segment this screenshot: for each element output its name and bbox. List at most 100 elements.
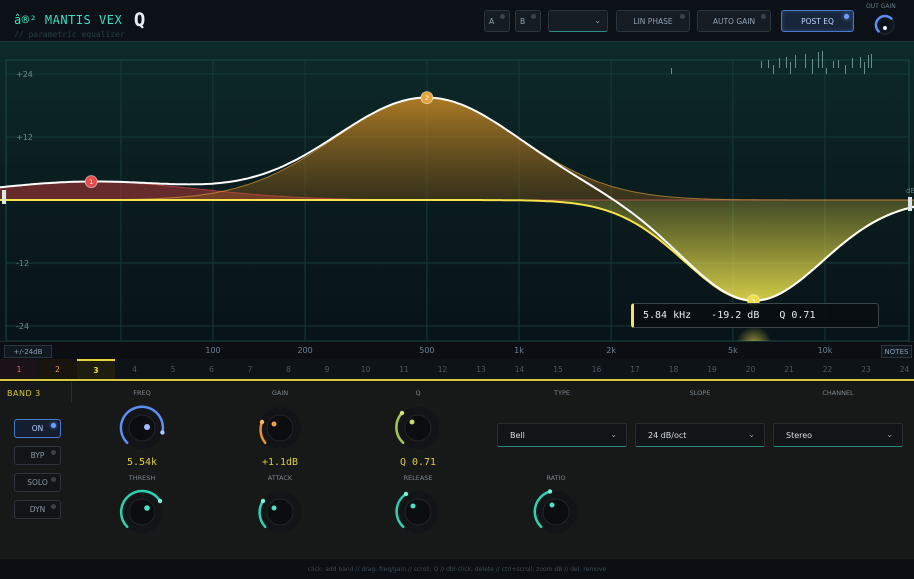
band-tab-4[interactable]: 4 (116, 359, 154, 379)
band-solo-button[interactable]: SOLO (14, 473, 61, 492)
freq-knob[interactable] (116, 402, 168, 454)
band-tab-23[interactable]: 23 (847, 359, 885, 379)
spectrum-bar (826, 68, 827, 74)
band-handle-number: 1 (89, 178, 93, 186)
frequency-label: 5k (728, 346, 738, 355)
band-tab-1[interactable]: 1 (0, 359, 38, 379)
db-label: -24 (16, 322, 29, 331)
preset-a-label: A (489, 16, 495, 26)
release-label: RELEASE (403, 474, 433, 482)
left-edge-handle[interactable] (2, 190, 6, 204)
subtitle: // parametric equalizer (14, 30, 125, 39)
band-tab-11[interactable]: 11 (385, 359, 423, 379)
band-2-handle[interactable]: 2 (420, 91, 434, 105)
band-tab-16[interactable]: 16 (578, 359, 616, 379)
band-tab-13[interactable]: 13 (462, 359, 500, 379)
band-tab-22[interactable]: 22 (809, 359, 847, 379)
ratio-knob[interactable] (530, 486, 582, 538)
band-tab-8[interactable]: 8 (270, 359, 308, 379)
spectrum-bar (833, 61, 834, 68)
band-tab-18[interactable]: 18 (655, 359, 693, 379)
band-tab-21[interactable]: 21 (770, 359, 808, 379)
band-tab-17[interactable]: 17 (616, 359, 654, 379)
thresh-knob[interactable] (116, 486, 168, 538)
band-1-handle[interactable]: 1 (84, 175, 98, 189)
thresh-label: THRESH (128, 474, 156, 482)
spectrum-bar (790, 62, 791, 74)
band-tab-14[interactable]: 14 (501, 359, 539, 379)
chevron-down-icon: ⌄ (886, 430, 893, 439)
chevron-down-icon: ⌄ (748, 430, 755, 439)
lin-phase-label: LIN PHASE (633, 16, 673, 26)
channel-dropdown[interactable]: Stereo ⌄ (773, 423, 903, 447)
eq-graph[interactable]: +24 +12 -12 -24 123 dB 5.84 kHz -19.2 dB Q … (0, 42, 914, 341)
attack-knob[interactable] (254, 486, 306, 538)
spectrum-bar (768, 60, 769, 68)
q-label: Q (415, 389, 421, 397)
frequency-label: 2k (606, 346, 616, 355)
band-on-button[interactable]: ON (14, 419, 61, 438)
band-tab-12[interactable]: 12 (424, 359, 462, 379)
slope-dropdown[interactable]: 24 dB/oct ⌄ (635, 423, 765, 447)
out-gain-knob[interactable] (874, 14, 896, 36)
band-tab-7[interactable]: 7 (231, 359, 269, 379)
preset-b-button[interactable]: B (515, 10, 541, 32)
type-dropdown[interactable]: Bell ⌄ (497, 423, 627, 447)
freq-value: 5.54k (126, 457, 158, 468)
band-tab-2[interactable]: 2 (38, 359, 77, 379)
frequency-label: 1k (514, 346, 524, 355)
eq-graph-canvas[interactable]: +24+12-12-24 123 dB (0, 42, 914, 341)
band-tab-10[interactable]: 10 (347, 359, 385, 379)
spectrum-bar (795, 55, 796, 68)
band-tab-6[interactable]: 6 (193, 359, 231, 379)
chevron-down-icon: ⌄ (610, 430, 617, 439)
slope-dropdown-value: 24 dB/oct (648, 430, 687, 440)
preset-a-led (500, 14, 505, 19)
db-label: -12 (16, 259, 29, 268)
slope-label: SLOPE (689, 389, 711, 397)
spectrum-bar (805, 54, 806, 68)
band-tab-15[interactable]: 15 (539, 359, 577, 379)
band-bypass-button[interactable]: BYP (14, 446, 61, 465)
band-dyn-button[interactable]: DYN (14, 500, 61, 519)
frequency-label: 100 (205, 346, 221, 355)
band-tab-20[interactable]: 20 (732, 359, 770, 379)
lin-phase-button[interactable]: LIN PHASE (616, 10, 690, 32)
preset-select[interactable]: ⌄ (548, 10, 608, 32)
spectrum-bar (812, 59, 813, 74)
auto-gain-button[interactable]: AUTO GAIN (697, 10, 771, 32)
right-edge-label: dB (906, 187, 914, 195)
gain-knob[interactable] (254, 402, 306, 454)
q-value: Q 0.71 (399, 457, 437, 468)
spectrum-bar (818, 52, 819, 68)
band-dyn-label: DYN (29, 505, 46, 514)
band-tab-19[interactable]: 19 (693, 359, 731, 379)
band-tab-9[interactable]: 9 (308, 359, 346, 379)
notes-button[interactable]: NOTES (881, 345, 912, 358)
spectrum-bar (786, 57, 787, 68)
release-knob[interactable] (392, 486, 444, 538)
type-dropdown-value: Bell (510, 430, 525, 440)
band-tab-5[interactable]: 5 (154, 359, 192, 379)
preset-a-button[interactable]: A (484, 10, 510, 32)
spectrum-bar (761, 61, 762, 68)
q-knob[interactable] (392, 402, 444, 454)
post-eq-label: POST EQ (801, 16, 834, 26)
type-label: TYPE (554, 389, 570, 397)
band-solo-led (51, 477, 56, 482)
frequency-label: 10k (817, 346, 833, 355)
frequency-label: 500 (419, 346, 435, 355)
db-range-button[interactable]: +/-24dB (4, 345, 52, 358)
lin-phase-led (680, 14, 685, 19)
channel-label: CHANNEL (822, 389, 854, 397)
tooltip-q: Q 0.71 (779, 310, 816, 321)
right-edge-handle[interactable] (908, 197, 912, 211)
band-tab-24[interactable]: 24 (886, 359, 914, 379)
post-eq-button[interactable]: POST EQ (781, 10, 854, 32)
spectrum-bar (845, 65, 846, 74)
band-solo-label: SOLO (27, 478, 48, 487)
band-on-label: ON (31, 424, 44, 433)
spectrum-bar (864, 62, 865, 74)
band-tab-3[interactable]: 3 (77, 359, 115, 379)
db-label: +12 (16, 133, 33, 142)
